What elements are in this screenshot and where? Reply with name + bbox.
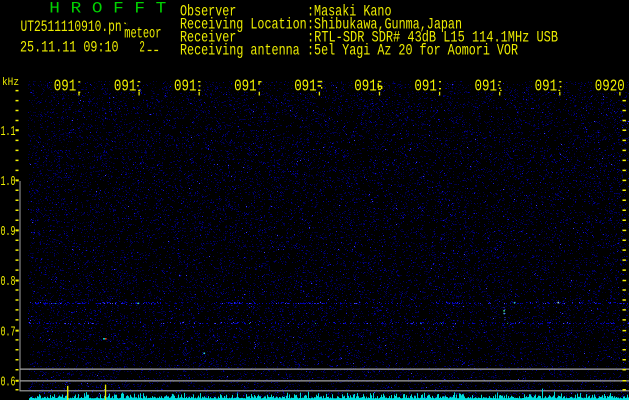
svg-text:091: 091 — [174, 77, 197, 96]
svg-text:091: 091 — [234, 77, 257, 96]
svg-text:kHz: kHz — [2, 77, 19, 89]
svg-text:25.11.11 09:10: 25.11.11 09:10 — [20, 38, 119, 56]
svg-text:0920: 0920 — [595, 77, 625, 96]
svg-text:1.0: 1.0 — [1, 175, 16, 190]
svg-text:0.6: 0.6 — [1, 375, 16, 390]
svg-text:091: 091 — [535, 77, 558, 96]
svg-text:0.8: 0.8 — [1, 275, 16, 290]
svg-text:H R O F F T: H R O F F T — [49, 0, 166, 18]
svg-text:0.9: 0.9 — [1, 225, 16, 240]
svg-text::5el Yagi Az 20 for Aomori VOR: :5el Yagi Az 20 for Aomori VOR — [307, 42, 518, 60]
svg-text:091: 091 — [294, 77, 317, 96]
svg-text:091: 091 — [414, 77, 437, 96]
svg-text:2: 2 — [139, 38, 145, 56]
svg-text:Receiving antenna: Receiving antenna — [180, 42, 300, 60]
svg-text:091: 091 — [114, 77, 137, 96]
svg-text:091: 091 — [354, 77, 377, 96]
svg-text:091: 091 — [475, 77, 498, 96]
svg-text:1.1: 1.1 — [1, 125, 16, 140]
svg-text:0.7: 0.7 — [1, 325, 16, 340]
svg-text:UT2511110910.png: UT2511110910.png — [21, 18, 129, 36]
svg-text:091: 091 — [54, 77, 77, 96]
